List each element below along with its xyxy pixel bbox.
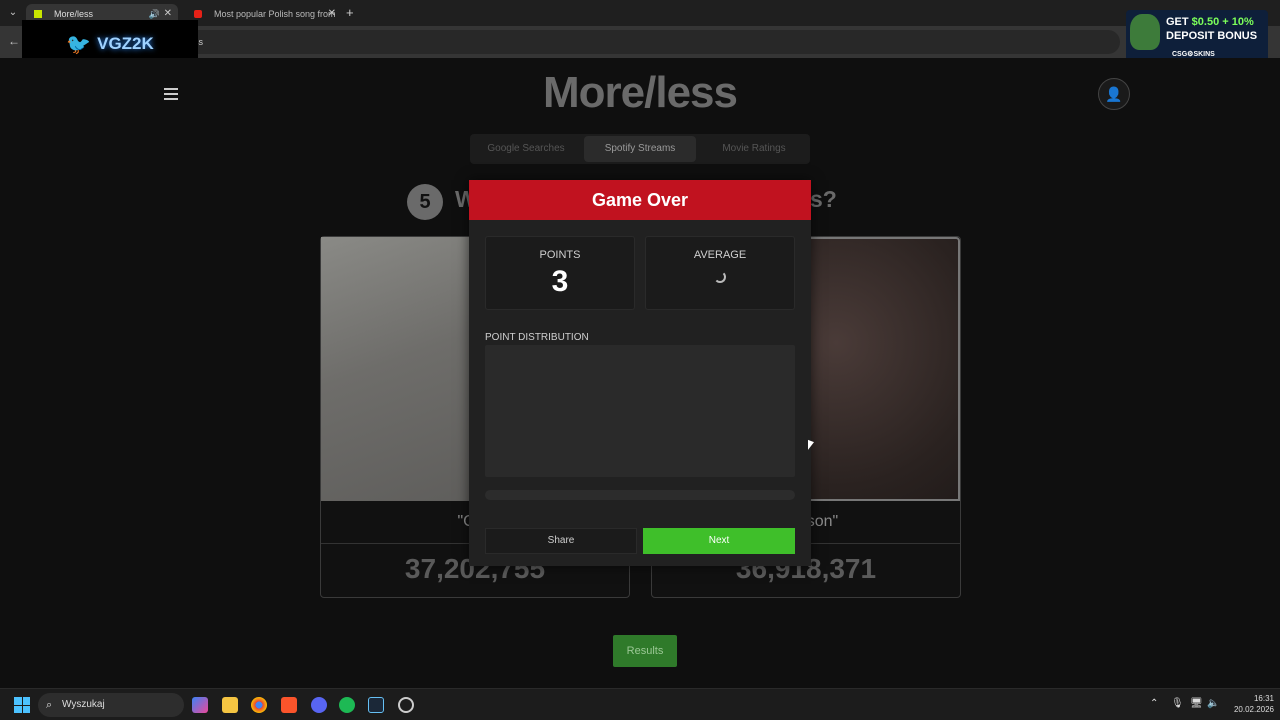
system-clock[interactable]: 16:31 20.02.2026 bbox=[1222, 693, 1274, 715]
twitter-bird-icon: 🐦 bbox=[66, 33, 92, 56]
tab-title: Most popular Polish song from bbox=[214, 9, 336, 19]
windows-taskbar: ⌕ Wyszukaj ⌃ 🎙 🖥 🔈 16:31 20.02.2026 bbox=[0, 688, 1280, 720]
windows-start-icon[interactable] bbox=[14, 697, 30, 713]
tab-youtube[interactable]: Most popular Polish song from ✕ bbox=[186, 4, 342, 24]
tab-movie-ratings[interactable]: Movie Ratings bbox=[698, 134, 810, 164]
category-tabs: Google Searches Spotify Streams Movie Ra… bbox=[470, 134, 810, 164]
average-label: AVERAGE bbox=[693, 249, 747, 261]
ad-brand: CSG⚙SKINS bbox=[1172, 51, 1215, 58]
points-value: 3 bbox=[551, 265, 569, 298]
profile-icon[interactable]: 👤 bbox=[1098, 78, 1130, 110]
loading-spinner-icon bbox=[714, 271, 726, 283]
ad-line-2: DEPOSIT BONUS bbox=[1166, 30, 1258, 42]
tab-search-icon[interactable]: ⌄ bbox=[6, 6, 20, 20]
tab-google-searches[interactable]: Google Searches bbox=[470, 134, 582, 164]
clock-time: 16:31 bbox=[1253, 694, 1274, 703]
distribution-chart bbox=[485, 345, 795, 477]
results-button[interactable]: Results bbox=[613, 635, 677, 667]
points-label: POINTS bbox=[539, 249, 581, 261]
next-button[interactable]: Next bbox=[643, 528, 795, 554]
distribution-label: POINT DISTRIBUTION bbox=[485, 332, 589, 343]
steam-icon[interactable] bbox=[368, 697, 384, 713]
share-button[interactable]: Share bbox=[485, 528, 637, 554]
ad-prefix: GET bbox=[1166, 16, 1192, 28]
sponsor-ad-banner: GET $0.50 + 10% DEPOSIT BONUS CSG⚙SKINS bbox=[1126, 10, 1268, 62]
mouse-cursor-icon bbox=[808, 439, 814, 453]
taskbar-search[interactable]: ⌕ Wyszukaj bbox=[38, 693, 184, 717]
close-tab-icon[interactable]: ✕ bbox=[328, 4, 336, 24]
question-number: 5 bbox=[407, 184, 443, 220]
points-stat: POINTS 3 bbox=[485, 236, 635, 310]
average-stat: AVERAGE bbox=[645, 236, 795, 310]
discord-icon[interactable] bbox=[311, 697, 327, 713]
ad-highlight: $0.50 + 10% bbox=[1191, 16, 1254, 28]
address-bar[interactable]: ss bbox=[180, 30, 1120, 54]
file-explorer-icon[interactable] bbox=[222, 697, 238, 713]
brave-icon[interactable] bbox=[281, 697, 297, 713]
site-title: More/less bbox=[543, 68, 738, 117]
app-icon[interactable] bbox=[398, 697, 414, 713]
tab-spotify-streams[interactable]: Spotify Streams bbox=[584, 136, 696, 162]
back-arrow-icon[interactable]: ← bbox=[8, 34, 20, 48]
modal-title: Game Over bbox=[469, 180, 811, 220]
new-tab-button[interactable]: + bbox=[346, 5, 354, 20]
tab-title: More/less bbox=[54, 9, 94, 19]
game-over-modal: Game Over POINTS 3 AVERAGE POINT DISTRIB… bbox=[469, 180, 811, 566]
network-icon[interactable]: 🖥 bbox=[1190, 698, 1203, 709]
ad-line-1: GET $0.50 + 10% bbox=[1166, 16, 1254, 28]
copilot-icon[interactable] bbox=[192, 697, 208, 713]
youtube-icon bbox=[194, 10, 202, 18]
mascot-image bbox=[1130, 14, 1160, 50]
volume-icon[interactable]: 🔈 bbox=[1207, 698, 1219, 709]
search-icon: ⌕ bbox=[46, 699, 53, 711]
spotify-icon[interactable] bbox=[339, 697, 355, 713]
progress-bar bbox=[485, 490, 795, 500]
clock-date: 20.02.2026 bbox=[1233, 705, 1274, 714]
tray-chevron-icon[interactable]: ⌃ bbox=[1150, 698, 1158, 709]
chrome-icon[interactable] bbox=[251, 697, 267, 713]
site-favicon-icon bbox=[34, 10, 42, 18]
microphone-icon[interactable]: 🎙 bbox=[1171, 698, 1184, 709]
search-placeholder: Wyszukaj bbox=[62, 699, 105, 710]
streamer-name: VGZ2K bbox=[97, 34, 154, 53]
